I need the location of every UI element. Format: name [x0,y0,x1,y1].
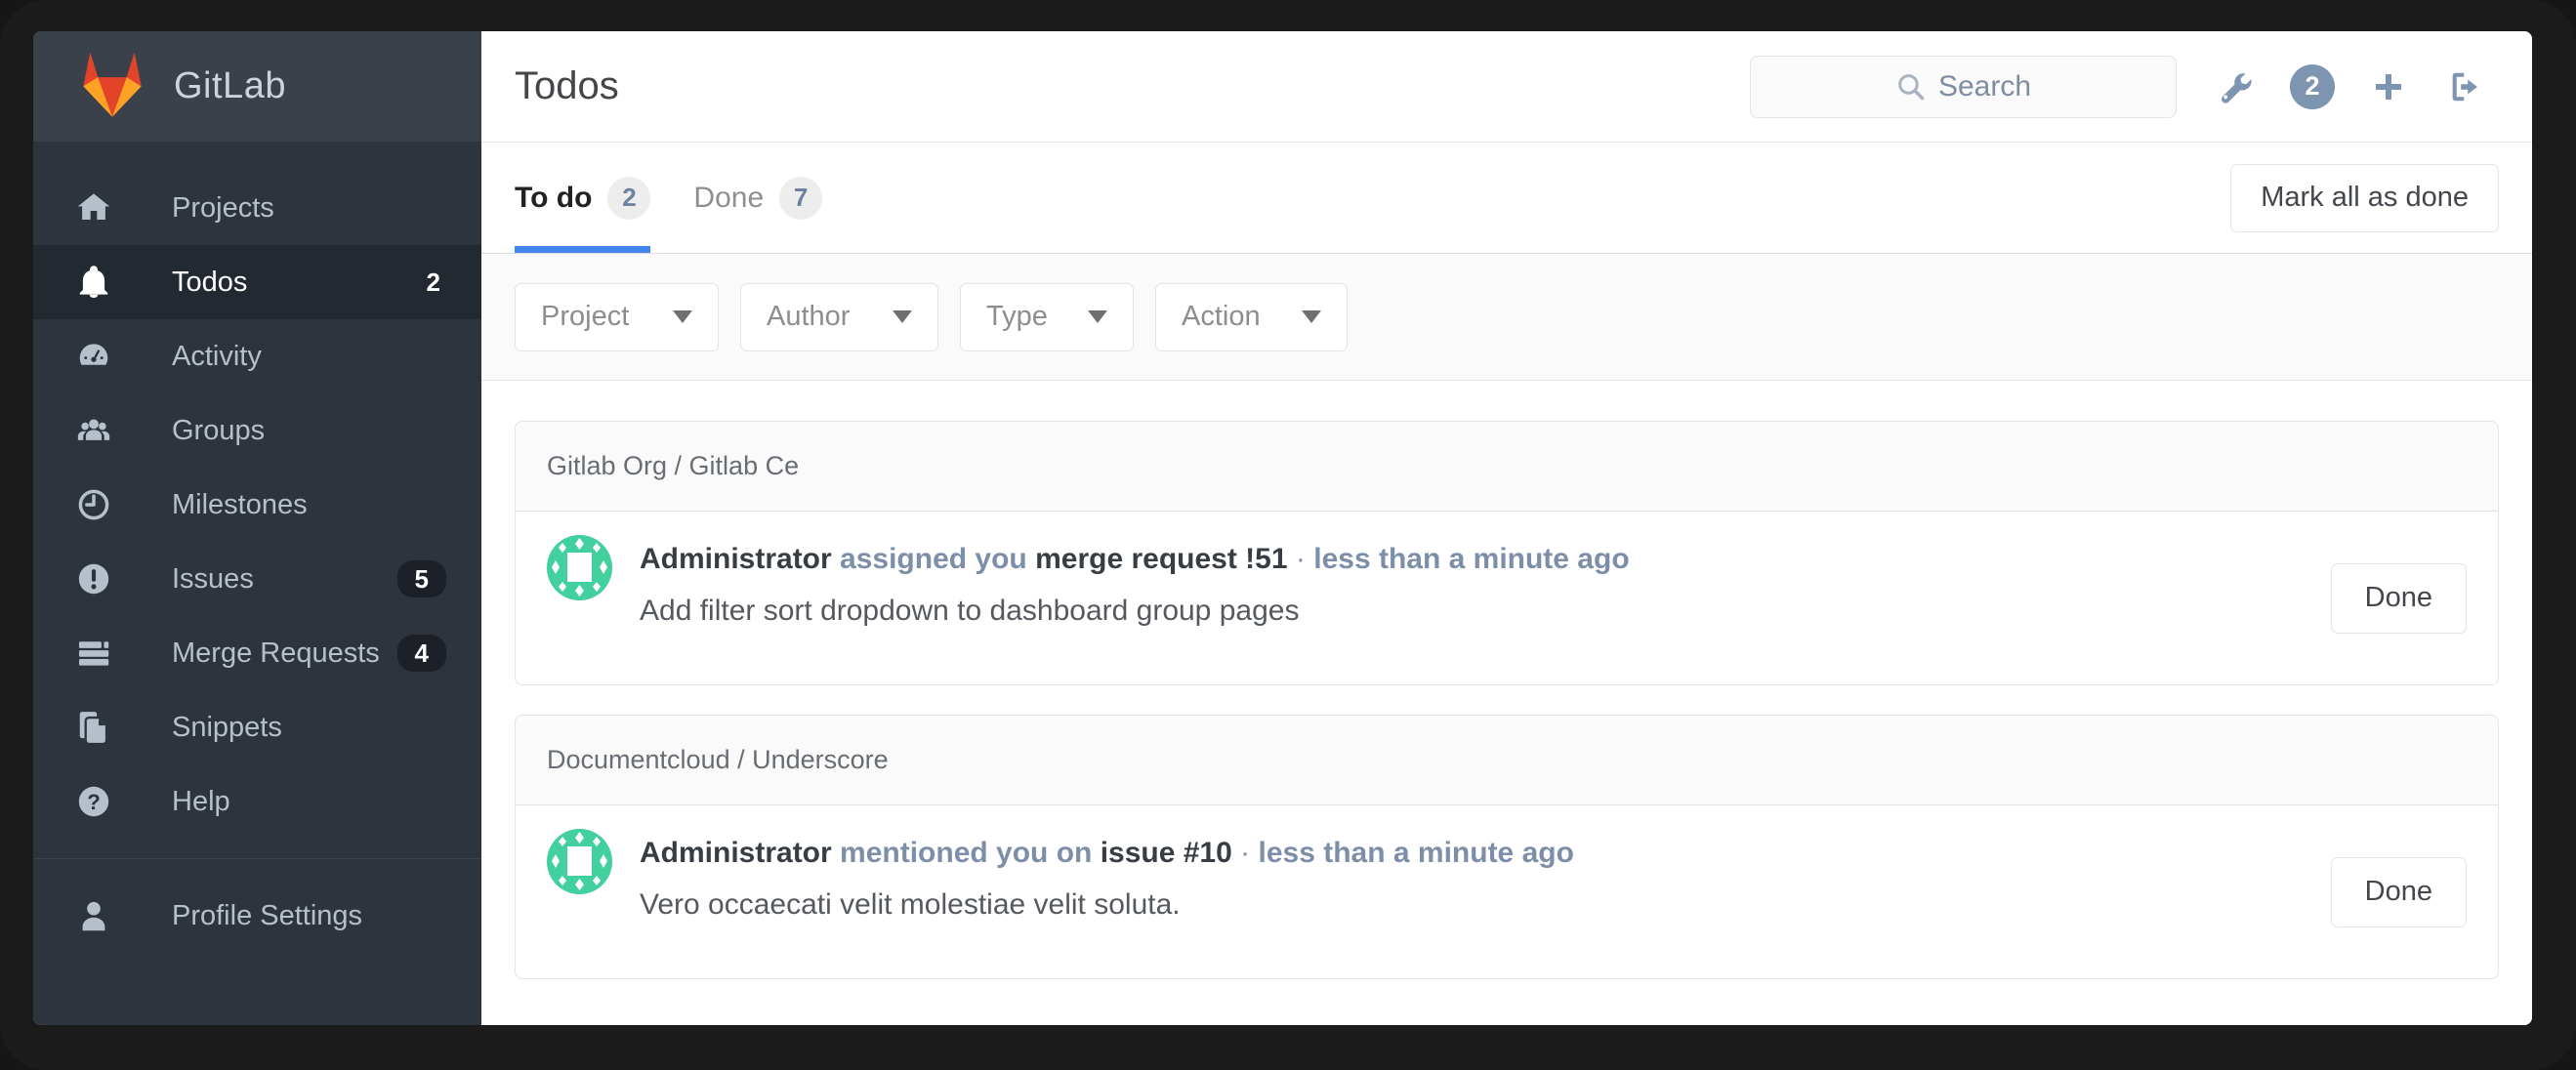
header-icons: 2 [2214,63,2487,109]
todo-body: Add filter sort dropdown to dashboard gr… [640,594,1300,627]
users-icon [74,411,113,450]
device-frame: GitLab Projects Todos 2 Activity Groups … [0,0,2576,1070]
chevron-down-icon [673,310,692,323]
question-circle-icon: ? [74,782,113,821]
todos-bubble-count[interactable]: 2 [2290,63,2335,109]
tab-done[interactable]: Done 7 [693,143,823,253]
sidebar-brand[interactable]: GitLab [33,31,481,142]
sidebar-item-groups[interactable]: Groups [33,393,481,468]
todo-author: Administrator [640,543,832,575]
todo-text: Administrator assigned you merge request… [640,535,1630,633]
sidebar-item-profile-settings[interactable]: Profile Settings [33,879,481,953]
plus-icon[interactable] [2366,64,2411,109]
brand-name: GitLab [174,65,286,106]
sidebar-item-activity[interactable]: Activity [33,319,481,393]
exclamation-circle-icon [74,559,113,598]
chevron-down-icon [893,310,912,323]
bell-icon [74,263,113,302]
chevron-down-icon [1302,310,1321,323]
sidebar-item-issues[interactable]: Issues 5 [33,542,481,616]
search-input[interactable] [1750,55,2177,118]
sidebar-item-snippets[interactable]: Snippets [33,690,481,764]
admin-wrench-icon[interactable] [2214,64,2259,109]
todo-text: Administrator mentioned you on issue #10… [640,829,1574,926]
done-button[interactable]: Done [2330,562,2467,634]
gitlab-logo-icon [74,50,150,124]
todo-item: Administrator assigned you merge request… [516,512,2498,684]
todo-action: mentioned you on [840,837,1093,869]
filter-author-dropdown[interactable]: Author [740,282,938,351]
search-box [1750,55,2177,118]
todo-author: Administrator [640,837,832,869]
tabs-row: To do 2 Done 7 Mark all as done [481,143,2532,254]
project-group-header: Documentcloud / Underscore [516,716,2498,805]
gauge-icon [74,337,113,376]
filter-bar: Project Author Type Action [481,254,2532,381]
filter-project-dropdown[interactable]: Project [515,282,719,351]
done-button[interactable]: Done [2330,856,2467,927]
sidebar-item-projects[interactable]: Projects [33,171,481,245]
user-icon [74,896,113,935]
home-icon [74,188,113,227]
tab-todo-count: 2 [607,176,651,220]
sidebar-divider [33,858,481,859]
merge-requests-count-badge: 4 [396,635,446,672]
todo-body: Vero occaecati velit molestiae velit sol… [640,887,1181,921]
filter-action-dropdown[interactable]: Action [1155,282,1348,351]
snippet-icon [74,708,113,747]
sidebar-nav: Projects Todos 2 Activity Groups Milesto… [33,142,481,953]
todo-group-panel: Gitlab Org / Gitlab Ce Administrator ass… [515,421,2499,685]
page-title: Todos [515,64,619,107]
todo-action: assigned you [840,543,1027,575]
chevron-down-icon [1088,310,1107,323]
sidebar-item-milestones[interactable]: Milestones [33,468,481,542]
sidebar-item-todos[interactable]: Todos 2 [33,245,481,319]
project-group-header: Gitlab Org / Gitlab Ce [516,422,2498,512]
sidebar-item-merge-requests[interactable]: Merge Requests 4 [33,616,481,690]
gitlab-app-window: GitLab Projects Todos 2 Activity Groups … [33,31,2532,1025]
todo-timestamp: less than a minute ago [1258,837,1574,869]
filter-type-dropdown[interactable]: Type [960,282,1134,351]
svg-text:?: ? [87,790,101,814]
todo-timestamp: less than a minute ago [1313,543,1630,575]
todo-item: Administrator mentioned you on issue #10… [516,805,2498,978]
todo-title: Administrator assigned you merge request… [640,543,1630,575]
sign-out-icon[interactable] [2442,64,2487,109]
tab-done-count: 7 [779,176,823,220]
todos-count-badge: 2 [426,268,440,297]
sidebar: GitLab Projects Todos 2 Activity Groups … [33,31,481,1025]
avatar[interactable] [547,829,612,894]
mark-all-as-done-button[interactable]: Mark all as done [2230,163,2499,232]
list-icon [74,634,113,673]
todo-target-link[interactable]: issue #10 [1101,837,1232,869]
issues-count-badge: 5 [396,560,446,597]
tabs: To do 2 Done 7 [515,143,823,253]
main-area: Todos 2 [481,31,2532,1025]
todo-group-panel: Documentcloud / Underscore Administrator… [515,715,2499,979]
top-bar: Todos 2 [481,31,2532,143]
avatar[interactable] [547,535,612,600]
todo-target-link[interactable]: merge request !51 [1035,543,1287,575]
clock-icon [74,485,113,524]
todo-list: Gitlab Org / Gitlab Ce Administrator ass… [481,381,2532,1025]
sidebar-item-help[interactable]: ? Help [33,764,481,839]
todo-title: Administrator mentioned you on issue #10… [640,837,1574,869]
tab-todo[interactable]: To do 2 [515,143,651,253]
